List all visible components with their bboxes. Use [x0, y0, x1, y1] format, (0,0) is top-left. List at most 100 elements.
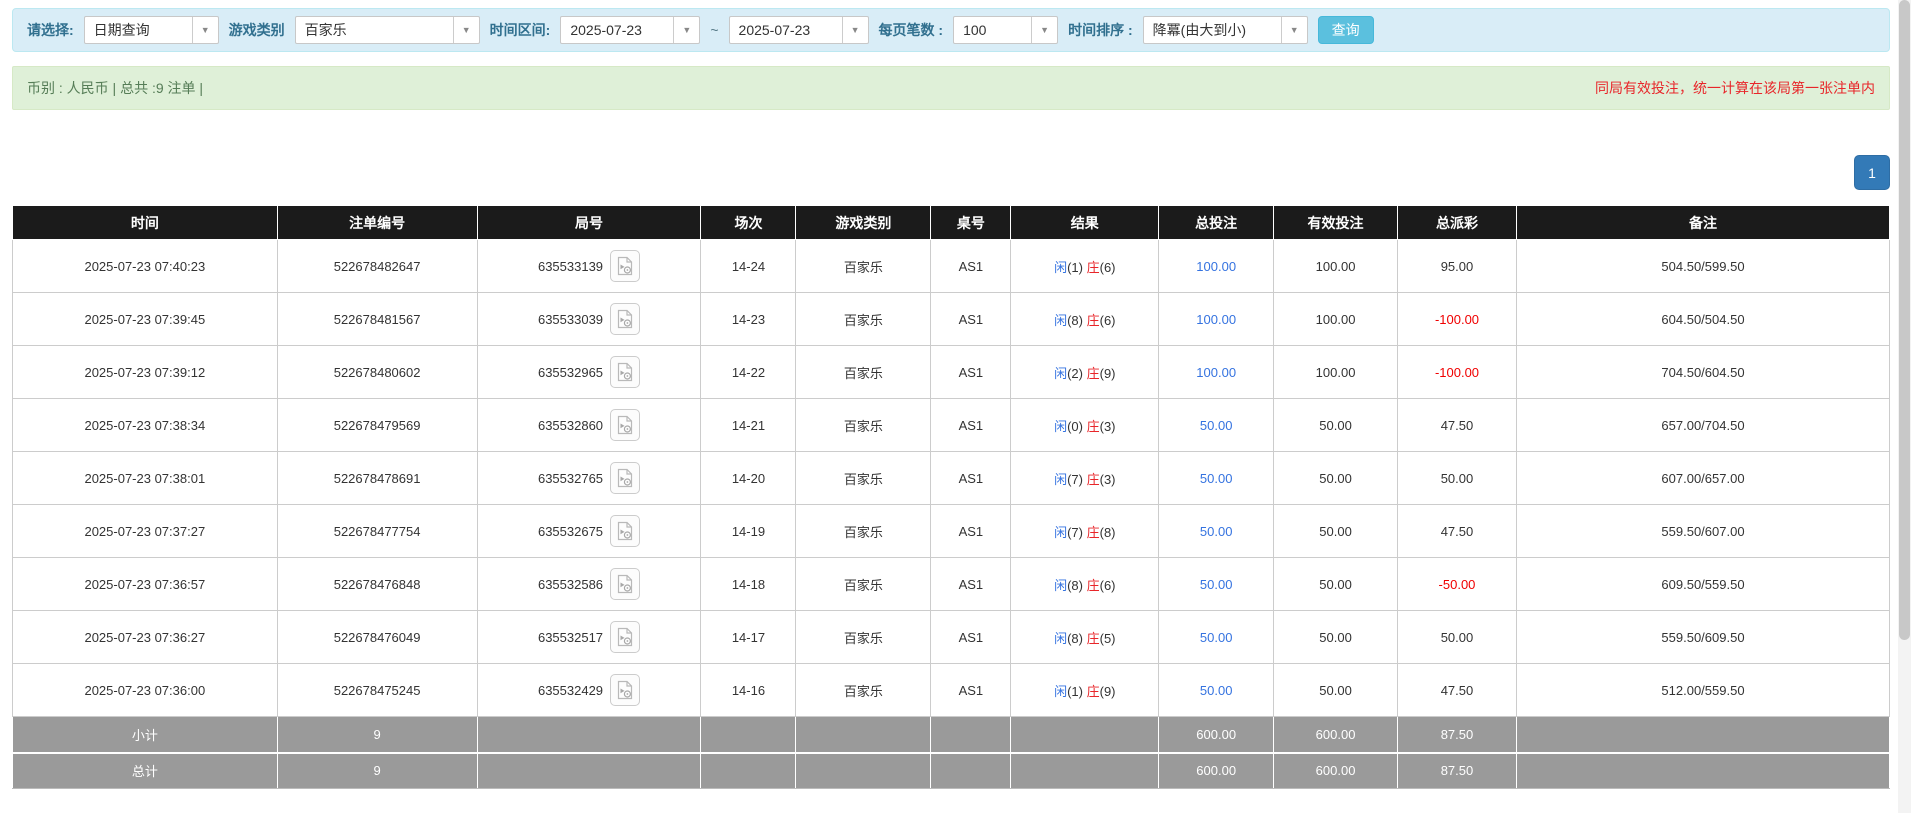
- chevron-down-icon[interactable]: ▼: [1280, 17, 1307, 43]
- payout-cell: -50.00: [1396, 557, 1517, 611]
- per-page-select[interactable]: 100 ▼: [953, 16, 1059, 44]
- per-page-value: 100: [963, 22, 987, 38]
- time-range-label: 时间区间:: [489, 22, 551, 38]
- subtotal-valid-bet: 600.00: [1273, 716, 1398, 754]
- banker-result: 庄: [1086, 524, 1100, 540]
- search-button[interactable]: 查询: [1317, 16, 1374, 44]
- round-id: 635532965: [537, 364, 604, 380]
- payout-cell: 95.00: [1396, 239, 1517, 293]
- chevron-down-icon[interactable]: ▼: [452, 17, 479, 43]
- video-replay-button[interactable]: [610, 409, 641, 441]
- table-row: 2025-07-23 07:36:27 522678476049 6355325…: [12, 610, 1891, 664]
- video-file-icon: [617, 309, 633, 329]
- game-type-cell: 百家乐: [795, 610, 932, 664]
- player-result: 闲: [1054, 312, 1068, 328]
- col-round-id: 局号: [476, 205, 702, 240]
- game-type-select[interactable]: 百家乐 ▼: [294, 16, 480, 44]
- round-id: 635532860: [537, 417, 604, 433]
- video-file-icon: [617, 256, 633, 276]
- bet-id-cell: 522678476049: [276, 610, 478, 664]
- valid-bet-cell: 50.00: [1273, 557, 1398, 611]
- time-cell: 2025-07-23 07:36:00: [12, 663, 278, 717]
- result-cell: 闲(1) 庄(9): [1010, 663, 1160, 717]
- remark-cell: 704.50/604.50: [1515, 345, 1891, 399]
- game-type-cell: 百家乐: [795, 239, 932, 293]
- round-id: 635533039: [537, 311, 604, 327]
- query-type-value: 日期查询: [93, 22, 150, 38]
- result-cell: 闲(1) 庄(6): [1010, 239, 1160, 293]
- chevron-down-icon[interactable]: ▼: [673, 17, 699, 43]
- bet-id-cell: 522678478691: [276, 451, 478, 505]
- bet-id-cell: 522678476848: [276, 557, 478, 611]
- table-row: 2025-07-23 07:40:23 522678482647 6355331…: [12, 239, 1891, 293]
- chevron-down-icon[interactable]: ▼: [1031, 17, 1057, 43]
- payout-cell: -100.00: [1396, 292, 1517, 346]
- bet-id-cell: 522678482647: [276, 239, 478, 293]
- col-bet-id: 注单编号: [276, 205, 478, 240]
- video-replay-button[interactable]: [610, 674, 641, 706]
- video-file-icon: [617, 680, 633, 700]
- video-replay-button[interactable]: [610, 462, 641, 494]
- video-replay-button[interactable]: [610, 515, 641, 547]
- date-to-select[interactable]: 2025-07-23 ▼: [728, 16, 869, 44]
- col-remark: 备注: [1515, 205, 1891, 240]
- page-1-button[interactable]: 1: [1854, 155, 1890, 190]
- session-cell: 14-17: [700, 610, 797, 664]
- time-cell: 2025-07-23 07:36:57: [12, 557, 278, 611]
- player-result: 闲: [1054, 683, 1068, 699]
- total-bet-link[interactable]: 50.00: [1200, 524, 1233, 539]
- subtotal-label: 小计: [12, 716, 278, 754]
- valid-bet-cell: 100.00: [1273, 239, 1398, 293]
- remark-cell: 504.50/599.50: [1515, 239, 1891, 293]
- total-bet-link[interactable]: 100.00: [1196, 365, 1236, 380]
- session-cell: 14-21: [700, 398, 797, 452]
- video-replay-button[interactable]: [610, 356, 641, 388]
- video-replay-button[interactable]: [610, 621, 641, 653]
- game-type-cell: 百家乐: [795, 504, 932, 558]
- scrollbar-thumb[interactable]: [1899, 0, 1910, 640]
- page: 请选择: 日期查询 ▼ 游戏类别 百家乐 ▼ 时间区间: 2025-07-23 …: [0, 0, 1911, 813]
- valid-bet-cell: 100.00: [1273, 345, 1398, 399]
- payout-cell: 47.50: [1396, 504, 1517, 558]
- total-bet-link[interactable]: 100.00: [1196, 312, 1236, 327]
- video-replay-button[interactable]: [610, 568, 641, 600]
- video-replay-button[interactable]: [610, 250, 641, 282]
- session-cell: 14-16: [700, 663, 797, 717]
- valid-bet-cell: 50.00: [1273, 663, 1398, 717]
- video-file-icon: [617, 415, 633, 435]
- total-bet-link[interactable]: 100.00: [1196, 259, 1236, 274]
- sort-value: 降冪(由大到小): [1152, 22, 1246, 38]
- total-bet-link[interactable]: 50.00: [1200, 471, 1233, 486]
- payout-cell: -100.00: [1396, 345, 1517, 399]
- chevron-down-icon[interactable]: ▼: [191, 17, 218, 43]
- total-payout: 87.50: [1396, 752, 1517, 789]
- pagination: 1: [12, 155, 1890, 190]
- player-result: 闲: [1054, 630, 1068, 646]
- banker-result: 庄: [1086, 683, 1100, 699]
- time-cell: 2025-07-23 07:36:27: [12, 610, 278, 664]
- table-row: 2025-07-23 07:36:57 522678476848 6355325…: [12, 557, 1891, 611]
- date-from-select[interactable]: 2025-07-23 ▼: [560, 16, 701, 44]
- vertical-scrollbar[interactable]: [1898, 0, 1911, 813]
- video-file-icon: [617, 521, 633, 541]
- col-payout: 总派彩: [1396, 205, 1517, 240]
- session-cell: 14-24: [700, 239, 797, 293]
- total-bet-link[interactable]: 50.00: [1200, 577, 1233, 592]
- range-separator: ~: [710, 22, 719, 38]
- total-bet-link[interactable]: 50.00: [1200, 630, 1233, 645]
- bet-records-table: 时间 注单编号 局号 场次 游戏类别 桌号 结果 总投注 有效投注 总派彩 备注…: [12, 205, 1891, 789]
- table-row: 2025-07-23 07:39:12 522678480602 6355329…: [12, 345, 1891, 399]
- total-bet-link[interactable]: 50.00: [1200, 418, 1233, 433]
- sort-select[interactable]: 降冪(由大到小) ▼: [1142, 16, 1308, 44]
- col-game-type: 游戏类别: [795, 205, 932, 240]
- col-table-no: 桌号: [930, 205, 1012, 240]
- filter-bar: 请选择: 日期查询 ▼ 游戏类别 百家乐 ▼ 时间区间: 2025-07-23 …: [12, 8, 1890, 52]
- video-replay-button[interactable]: [610, 303, 641, 335]
- total-bet-link[interactable]: 50.00: [1200, 683, 1233, 698]
- valid-bet-cell: 50.00: [1273, 504, 1398, 558]
- chevron-down-icon[interactable]: ▼: [841, 17, 868, 43]
- col-total-bet: 总投注: [1158, 205, 1275, 240]
- table-row: 2025-07-23 07:36:00 522678475245 6355324…: [12, 663, 1891, 717]
- table-row: 2025-07-23 07:39:45 522678481567 6355330…: [12, 292, 1891, 346]
- query-type-select[interactable]: 日期查询 ▼: [83, 16, 219, 44]
